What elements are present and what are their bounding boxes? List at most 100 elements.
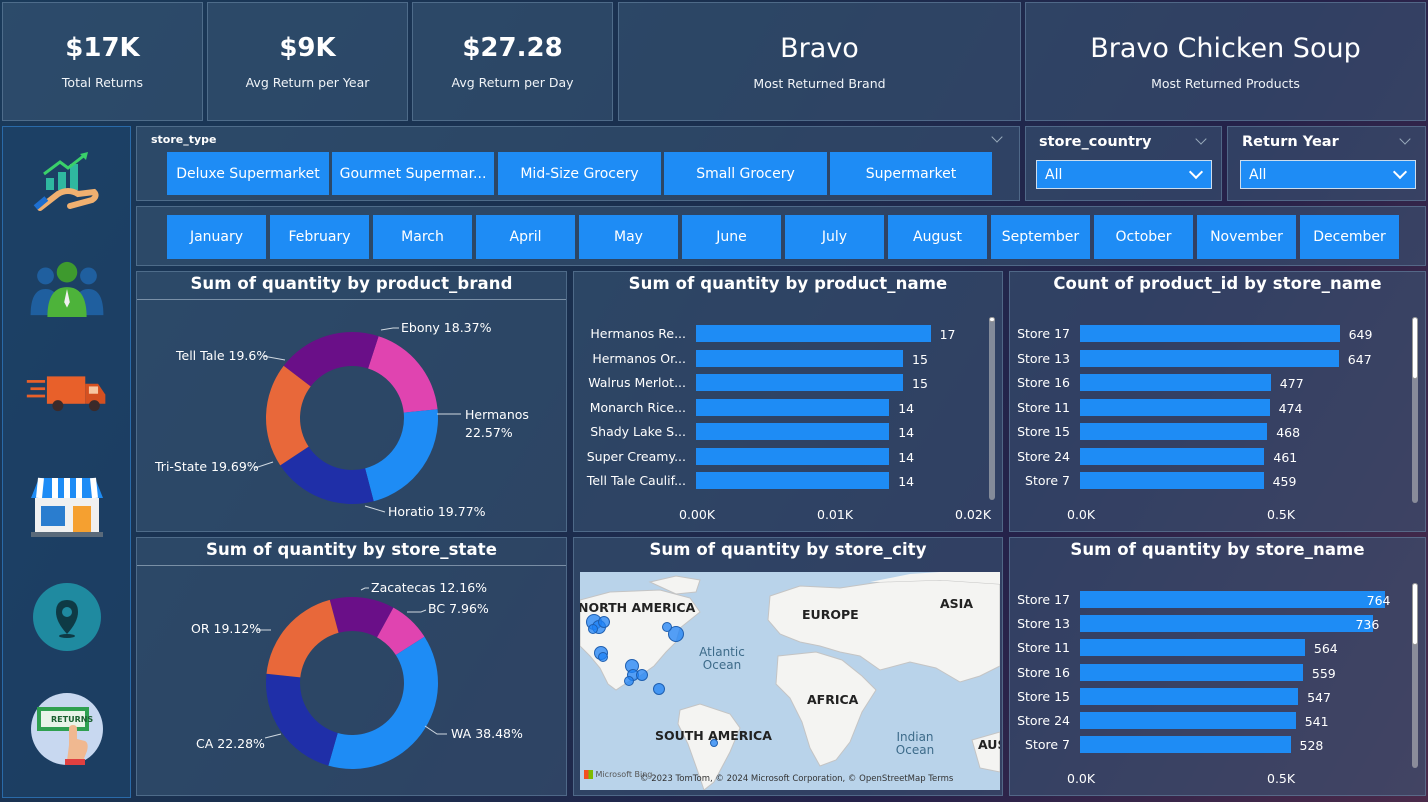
bar[interactable] <box>696 325 931 342</box>
x-tick: 0.5K <box>1267 771 1296 786</box>
scrollbar-thumb[interactable] <box>1412 583 1418 645</box>
city-bubble[interactable] <box>588 624 598 634</box>
month-april[interactable]: April <box>476 215 575 259</box>
bar[interactable] <box>696 423 890 440</box>
city-bubble[interactable] <box>710 739 718 747</box>
bar-category-label: Store 16 <box>1017 375 1070 390</box>
store-type-title: store_type <box>151 133 217 146</box>
bar-category-label: Shady Lake S... <box>590 424 686 439</box>
vertical-scrollbar[interactable] <box>989 317 995 500</box>
month-december[interactable]: December <box>1300 215 1399 259</box>
bar[interactable] <box>696 472 890 489</box>
kpi-label: Avg Return per Day <box>451 75 574 90</box>
product-bar-chart[interactable]: Hermanos Re... 17 Hermanos Or... 15 Walrus M… <box>574 272 1004 533</box>
donut-slice-or[interactable] <box>266 599 339 678</box>
store-count-bar-chart[interactable]: Store 17 649 Store 13 647 Store 16 477 Store 1… <box>1010 272 1427 533</box>
donut-label-tri-state: Tri-State 19.69% <box>155 459 259 474</box>
kpi-value: $17K <box>65 33 140 63</box>
donut-label-zacatecas: Zacatecas 12.16% <box>371 580 488 595</box>
month-february[interactable]: February <box>270 215 369 259</box>
store-country-dropdown[interactable]: All <box>1036 160 1212 189</box>
month-june[interactable]: June <box>682 215 781 259</box>
bar[interactable] <box>1080 736 1291 754</box>
bar-category-label: Store 17 <box>1017 326 1070 341</box>
month-august[interactable]: August <box>888 215 987 259</box>
x-tick: 0.02K <box>955 507 992 522</box>
chevron-down-icon[interactable] <box>991 131 1003 143</box>
month-january[interactable]: January <box>167 215 266 259</box>
map-attribution[interactable]: © 2023 TomTom, © 2024 Microsoft Corporat… <box>640 774 953 784</box>
chevron-down-icon[interactable] <box>1399 133 1411 145</box>
bar[interactable] <box>1080 374 1271 391</box>
bar[interactable] <box>1080 398 1270 416</box>
donut-slice-hermanos[interactable] <box>365 409 438 502</box>
scrollbar-thumb[interactable] <box>1412 317 1418 379</box>
product-bars-visual: Sum of quantity by product_name Hermanos… <box>573 271 1003 532</box>
donut-slice-ca[interactable] <box>266 673 338 766</box>
world-map[interactable]: NORTH AMERICA EUROPE ASIA AFRICA SOUTH A… <box>580 572 1000 790</box>
bar-category-label: Store 16 <box>1017 664 1070 680</box>
bar[interactable] <box>1080 663 1303 681</box>
bar[interactable] <box>1080 591 1385 608</box>
bar-category-label: Store 24 <box>1017 448 1070 464</box>
bar-value-label: 15 <box>912 351 928 367</box>
returns-icon[interactable]: RETURNS <box>25 689 109 769</box>
bar-category-label: Hermanos Re... <box>590 326 686 341</box>
bar[interactable] <box>696 374 903 391</box>
city-bubble[interactable] <box>653 683 665 695</box>
map-label-europe: EUROPE <box>802 607 859 622</box>
brand-donut-visual: Sum of quantity by product_brand Ebony 1… <box>136 271 567 532</box>
location-pin-icon[interactable] <box>25 577 109 657</box>
brand-donut-chart[interactable] <box>137 272 568 533</box>
bar[interactable] <box>1080 447 1265 465</box>
bar[interactable] <box>1080 615 1374 633</box>
city-bubble[interactable] <box>636 669 648 681</box>
store-type-mid-size-grocery[interactable]: Mid-Size Grocery <box>498 152 661 195</box>
bar[interactable] <box>1080 325 1340 342</box>
map-label-north-america: NORTH AMERICA <box>580 600 696 615</box>
store-type-gourmet-supermarket[interactable]: Gourmet Supermar... <box>332 152 494 195</box>
bar-value-label: 647 <box>1347 351 1372 367</box>
month-november[interactable]: November <box>1197 215 1296 259</box>
month-may[interactable]: May <box>579 215 678 259</box>
scrollbar-thumb[interactable] <box>989 317 995 322</box>
bar-value-label: 477 <box>1279 376 1304 391</box>
month-march[interactable]: March <box>373 215 472 259</box>
bar[interactable] <box>1080 712 1296 729</box>
month-july[interactable]: July <box>785 215 884 259</box>
donut-slice-wa[interactable] <box>328 636 438 769</box>
store-type-deluxe-supermarket[interactable]: Deluxe Supermarket <box>167 152 329 195</box>
bar[interactable] <box>1080 639 1305 657</box>
store-icon[interactable] <box>25 465 109 545</box>
state-donut-chart[interactable] <box>137 538 568 797</box>
city-bubble[interactable] <box>598 652 608 662</box>
kpi-label: Total Returns <box>61 75 144 90</box>
bar[interactable] <box>696 398 890 416</box>
chevron-down-icon[interactable] <box>1195 133 1207 145</box>
bar[interactable] <box>1080 687 1299 705</box>
month-september[interactable]: September <box>991 215 1090 259</box>
store-qty-bar-chart[interactable]: Store 17 764 Store 13 736 Store 11 564 Store 1… <box>1010 538 1427 797</box>
customers-icon[interactable] <box>25 249 109 329</box>
bar[interactable] <box>696 349 903 367</box>
sales-growth-icon[interactable] <box>25 145 109 225</box>
bar[interactable] <box>1080 423 1268 440</box>
month-october[interactable]: October <box>1094 215 1193 259</box>
bar-value-label: 15 <box>912 376 928 391</box>
city-bubble[interactable] <box>598 616 610 628</box>
bar-value-label: 764 <box>1366 593 1391 608</box>
bar-value-label: 17 <box>939 327 956 342</box>
donut-slice-ebony[interactable] <box>368 336 438 413</box>
store-type-small-grocery[interactable]: Small Grocery <box>664 152 827 195</box>
bar-value-label: 649 <box>1348 327 1373 342</box>
bar[interactable] <box>1080 472 1264 489</box>
bar-category-label: Store 24 <box>1017 713 1070 728</box>
delivery-truck-icon[interactable] <box>25 351 109 431</box>
bar[interactable] <box>1080 349 1339 367</box>
bar[interactable] <box>696 447 890 465</box>
city-bubble[interactable] <box>662 622 672 632</box>
store-type-supermarket[interactable]: Supermarket <box>830 152 992 195</box>
bar-category-label: Walrus Merlot... <box>588 375 686 390</box>
city-bubble[interactable] <box>624 676 634 686</box>
return-year-dropdown[interactable]: All <box>1240 160 1416 189</box>
